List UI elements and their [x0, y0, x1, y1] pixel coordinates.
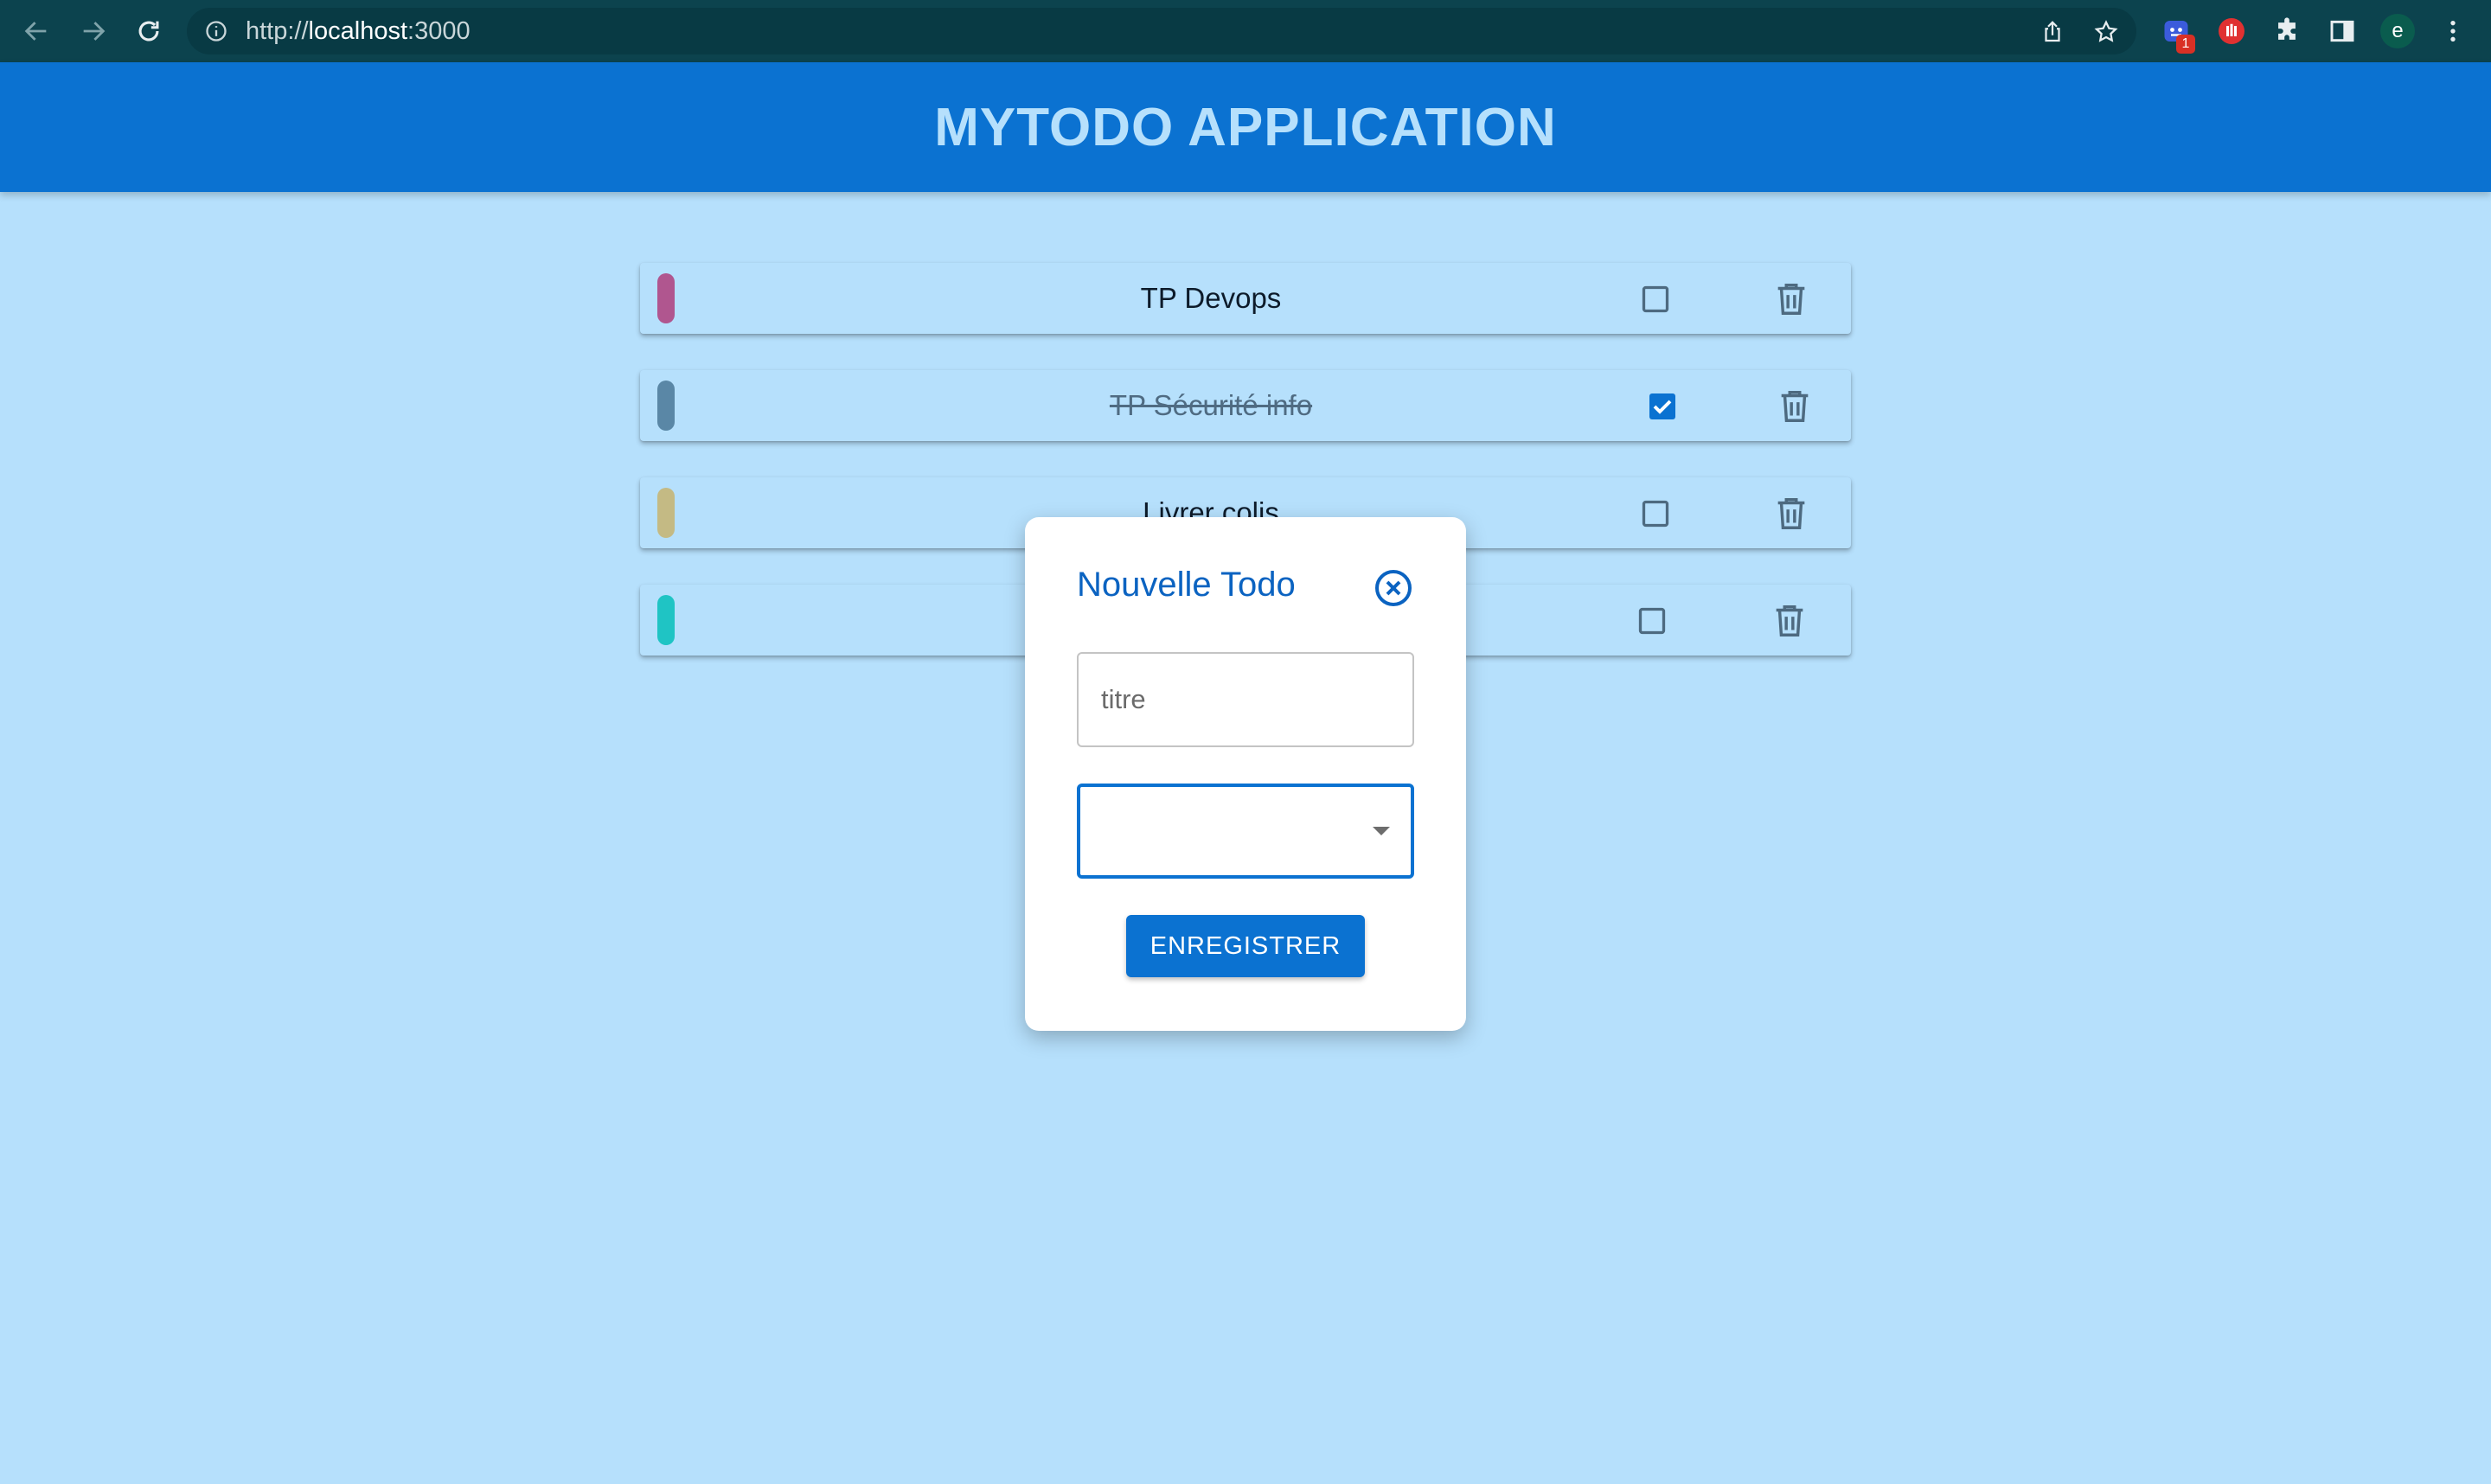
app-header: MYTODO APPLICATION — [0, 62, 2491, 192]
new-todo-modal: Nouvelle Todo ENREGISTRER — [1025, 517, 1466, 1031]
todo-checkbox[interactable] — [1636, 605, 1668, 636]
url-port: :3000 — [407, 17, 471, 45]
info-icon[interactable] — [204, 19, 228, 43]
puzzle-icon — [2278, 17, 2296, 40]
share-icon[interactable] — [2040, 19, 2065, 45]
modal-title: Nouvelle Todo — [1077, 566, 1296, 604]
browser-menu-button[interactable] — [2436, 14, 2470, 48]
todo-title: TP Devops — [1140, 282, 1282, 314]
side-panel-button[interactable] — [2325, 14, 2360, 48]
todo-checkbox[interactable] — [1640, 498, 1671, 529]
extension-badge: 1 — [2176, 35, 2195, 54]
todo-checkbox[interactable] — [1640, 284, 1671, 315]
trash-icon[interactable] — [1770, 600, 1809, 640]
address-bar[interactable]: http://localhost:3000 — [187, 8, 2136, 54]
url-text: http://localhost:3000 — [246, 8, 471, 54]
forward-icon — [83, 22, 106, 41]
block-icon — [2219, 18, 2244, 44]
todo-title: TP Sécurité info — [1109, 389, 1313, 421]
todo-color-tag — [657, 488, 675, 538]
url-host: localhost — [308, 17, 408, 45]
close-icon[interactable] — [1373, 567, 1414, 609]
sidepanel-icon — [2330, 20, 2354, 42]
browser-toolbar: http://localhost:3000 1 e — [0, 0, 2491, 62]
todo-color-tag — [657, 595, 675, 645]
back-icon — [24, 22, 47, 41]
extensions-menu-button[interactable] — [2270, 14, 2304, 48]
todo-color-tag — [657, 381, 675, 431]
reload-button[interactable] — [130, 12, 168, 50]
chevron-down-icon — [1373, 827, 1390, 835]
reload-icon — [138, 21, 159, 42]
color-select[interactable] — [1077, 784, 1414, 879]
todo-item: TP Sécurité info — [640, 370, 1851, 441]
trash-icon[interactable] — [1771, 278, 1811, 318]
todo-color-tag — [657, 273, 675, 323]
back-button[interactable] — [17, 12, 55, 50]
save-button[interactable]: ENREGISTRER — [1126, 915, 1365, 977]
star-icon[interactable] — [2093, 19, 2119, 45]
trash-icon[interactable] — [1771, 493, 1811, 533]
trash-icon[interactable] — [1775, 386, 1815, 425]
url-scheme: http:// — [246, 17, 309, 45]
todo-checkbox-checked[interactable] — [1647, 391, 1678, 422]
block-extension-button[interactable] — [2214, 14, 2249, 48]
todo-item: TP Devops — [640, 263, 1851, 334]
title-input[interactable] — [1077, 652, 1414, 747]
forward-button[interactable] — [74, 12, 112, 50]
app-title: MYTODO APPLICATION — [934, 97, 1557, 157]
menu-icon — [2450, 21, 2456, 42]
profile-avatar[interactable]: e — [2380, 14, 2415, 48]
